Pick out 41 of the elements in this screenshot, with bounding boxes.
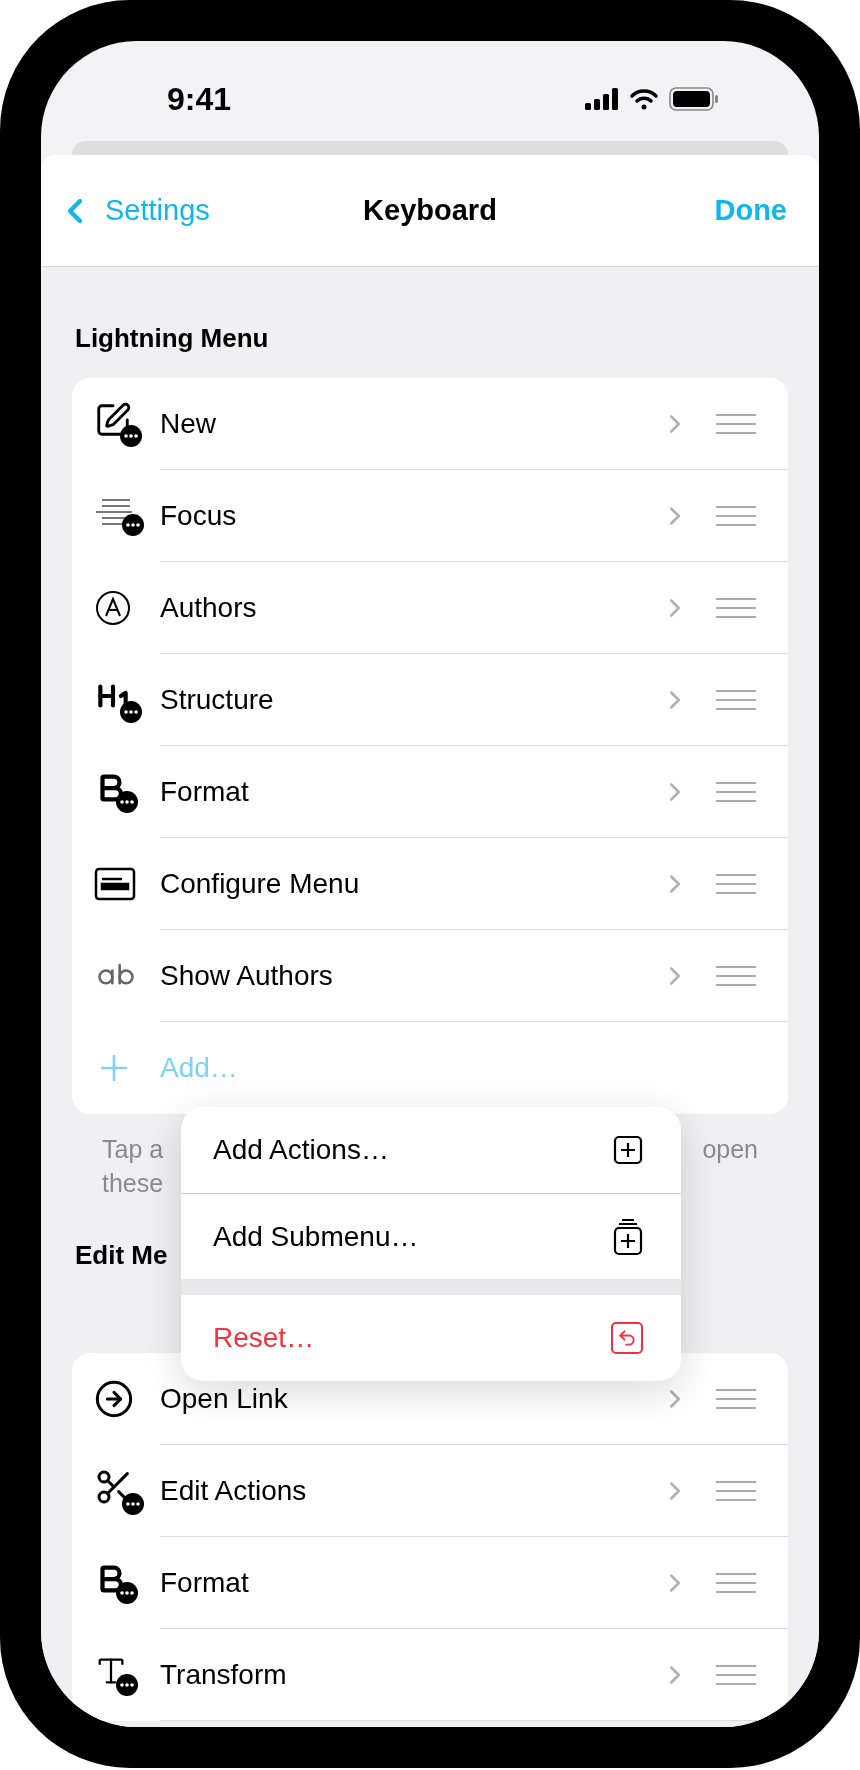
stacked-plus-square-icon bbox=[613, 1217, 643, 1256]
wifi-icon bbox=[629, 88, 659, 110]
battery-icon bbox=[669, 87, 719, 111]
plus-square-icon bbox=[613, 1135, 643, 1165]
text-lines-icon bbox=[94, 496, 144, 536]
arrow-circle-icon bbox=[94, 1379, 134, 1419]
menu-item[interactable]: Add Actions… bbox=[181, 1107, 681, 1193]
section-header: Edit Me bbox=[75, 1239, 168, 1272]
menu-item[interactable]: Add Submenu… bbox=[181, 1193, 681, 1279]
drag-handle-icon[interactable] bbox=[716, 964, 756, 987]
drag-handle-icon[interactable] bbox=[716, 1387, 756, 1410]
drag-handle-icon[interactable] bbox=[716, 688, 756, 711]
list-item-label[interactable]: Transform bbox=[160, 1653, 660, 1696]
list-item-label[interactable]: Edit Actions bbox=[160, 1469, 660, 1512]
list-item-label[interactable]: Configure Menu bbox=[160, 862, 660, 905]
menu-card-icon bbox=[94, 867, 136, 901]
list-item-label[interactable]: Structure bbox=[160, 678, 660, 721]
status-time: 9:41 bbox=[166, 80, 232, 119]
undo-square-icon bbox=[611, 1322, 643, 1354]
drag-handle-icon[interactable] bbox=[716, 412, 756, 435]
drag-handle-icon[interactable] bbox=[716, 1663, 756, 1686]
circled-letter-icon bbox=[94, 589, 132, 627]
list-item-label[interactable]: Authors bbox=[160, 586, 660, 629]
list-item-label[interactable]: Format bbox=[160, 770, 660, 813]
drag-handle-icon[interactable] bbox=[716, 596, 756, 619]
signal-icon bbox=[585, 88, 619, 110]
navigation-title: Keyboard bbox=[362, 192, 498, 228]
drag-handle-icon[interactable] bbox=[716, 872, 756, 895]
list-item-label[interactable]: New bbox=[160, 402, 660, 445]
list-item-label[interactable]: Format bbox=[160, 1561, 660, 1604]
footer-text: these bbox=[102, 1168, 164, 1199]
drag-handle-icon[interactable] bbox=[716, 504, 756, 527]
drag-handle-icon[interactable] bbox=[716, 780, 756, 803]
footer-text: Tap a bbox=[102, 1134, 164, 1165]
drag-handle-icon[interactable] bbox=[716, 1479, 756, 1502]
compose-icon bbox=[94, 401, 142, 447]
list-item-label[interactable]: Show Authors bbox=[160, 954, 660, 997]
footer-text: open bbox=[702, 1134, 758, 1165]
section-header: Lightning Menu bbox=[75, 322, 269, 355]
list-item-label[interactable]: Focus bbox=[160, 494, 660, 537]
drag-handle-icon[interactable] bbox=[716, 1571, 756, 1594]
